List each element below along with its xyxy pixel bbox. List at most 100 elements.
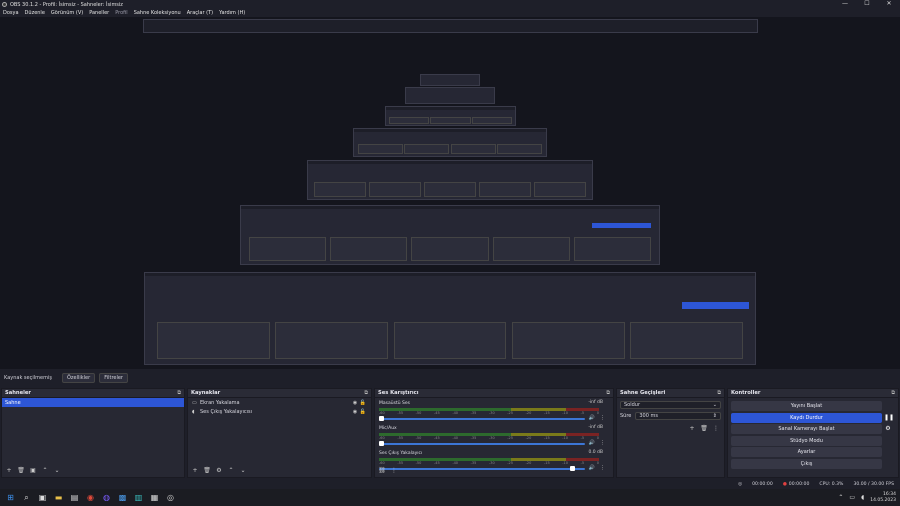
maximize-button[interactable]: ☐ xyxy=(856,0,878,9)
start-virtual-camera-button[interactable]: Sanal Kamerayı Başlat ⚙ xyxy=(731,424,891,434)
menu-item[interactable]: Paneller xyxy=(89,10,109,16)
tick-label: -25 xyxy=(507,461,514,465)
move-up-icon[interactable]: ⌃ xyxy=(227,467,235,474)
volume-slider[interactable] xyxy=(379,418,585,420)
task-view-icon[interactable]: ▣ xyxy=(37,492,48,503)
trash-icon[interactable]: 🗑 xyxy=(700,425,708,432)
speaker-icon[interactable]: 🔊 xyxy=(589,440,595,446)
app-icon[interactable]: ▩ xyxy=(117,492,128,503)
menu-item[interactable]: Profil xyxy=(115,10,127,16)
duration-label: Süre xyxy=(620,413,632,419)
tick-label: -10 xyxy=(562,411,568,415)
tick-label: -10 xyxy=(562,436,568,440)
nested-preview-7 xyxy=(420,74,480,86)
settings-button[interactable]: Ayarlar xyxy=(731,447,882,457)
tick-label: -5 xyxy=(580,461,585,465)
volume-knob[interactable] xyxy=(379,416,384,421)
transition-select[interactable]: Soldur ⌄ xyxy=(620,401,721,409)
add-icon[interactable]: + xyxy=(5,467,13,474)
menu-dots-icon[interactable]: ⋮ xyxy=(600,440,605,446)
network-icon[interactable]: ▭ xyxy=(849,494,855,501)
link-icon[interactable]: ⛓ xyxy=(378,467,386,474)
undock-icon[interactable]: ⧉ xyxy=(717,390,721,396)
volume-slider[interactable] xyxy=(379,443,585,445)
trash-icon[interactable]: 🗑 xyxy=(17,467,25,474)
tick-label: -5 xyxy=(580,411,585,415)
menu-item[interactable]: Görünüm (V) xyxy=(51,10,83,16)
speaker-icon[interactable]: 🔊 xyxy=(589,415,595,421)
window-title: OBS 30.1.2 - Profil: İsimsiz - Sahneler:… xyxy=(10,1,123,8)
add-icon[interactable]: + xyxy=(191,467,199,474)
source-item[interactable]: ▭ Ekran Yakalama ◉ 🔓 xyxy=(188,398,371,407)
filters-button[interactable]: Filtreler xyxy=(99,372,128,383)
obs-taskbar-icon[interactable]: ◎ xyxy=(165,492,176,503)
windows-start-icon[interactable]: ⊞ xyxy=(5,492,16,503)
tick-label: -50 xyxy=(415,461,422,465)
eye-icon[interactable]: ◉ xyxy=(351,409,359,415)
system-tray: ⌃ ▭ ◖ 16:34 14.05.2023 xyxy=(838,489,896,506)
studio-mode-button[interactable]: Stüdyo Modu xyxy=(731,435,882,446)
add-icon[interactable]: + xyxy=(688,425,696,432)
no-source-label: Kaynak seçilmemiş xyxy=(4,374,52,381)
taskbar: ⊞ ⌕ ▣ ▬ ▤ ◉ ◍ ▩ ▥ ▦ ◎ xyxy=(0,489,900,506)
menu-dots-icon[interactable]: ⋮ xyxy=(712,425,720,432)
meter-ticks: -60 -55 -50 -45 -40 -35 -30 -25 -20 -15 -10 -5 0 xyxy=(379,436,599,441)
undock-icon[interactable]: ⧉ xyxy=(177,390,181,396)
app-icon-3[interactable]: ▦ xyxy=(149,492,160,503)
discord-icon[interactable]: ◍ xyxy=(101,492,112,503)
move-up-icon[interactable]: ⌃ xyxy=(41,467,49,474)
eye-icon[interactable]: ◉ xyxy=(351,400,359,406)
app-icon-2[interactable]: ▥ xyxy=(133,492,144,503)
audio-mixer-dock: Ses Karıştırıcı ⧉ Masaüstü Ses -inf dB -60 -… xyxy=(374,388,614,478)
clock[interactable]: 16:34 14.05.2023 xyxy=(870,492,896,504)
close-button[interactable]: ✕ xyxy=(878,0,900,9)
undock-icon[interactable]: ⧉ xyxy=(891,390,895,396)
move-down-icon[interactable]: ⌄ xyxy=(53,467,61,474)
exit-button[interactable]: Çıkış xyxy=(731,458,882,469)
menu-dots-icon[interactable]: ⋮ xyxy=(600,415,605,421)
nested-preview-2 xyxy=(240,205,660,265)
menu-dots-icon[interactable]: ⋮ xyxy=(600,465,605,471)
lock-icon[interactable]: 🔓 xyxy=(359,400,367,406)
menu-item[interactable]: Araçlar (T) xyxy=(187,10,213,16)
lock-icon[interactable]: 🔓 xyxy=(359,409,367,415)
duration-input[interactable]: 300 ms ⇕ xyxy=(635,412,721,420)
channel-db: -inf dB xyxy=(588,400,603,405)
obs-window: OBS 30.1.2 - Profil: İsimsiz - Sahneler:… xyxy=(0,0,900,506)
volume-knob[interactable] xyxy=(379,441,384,446)
stop-recording-button[interactable]: Kaydı Durdur ❚❚ xyxy=(731,412,894,423)
volume-icon[interactable]: ◖ xyxy=(861,494,864,501)
menu-item[interactable]: Sahne Koleksiyonu xyxy=(134,10,181,16)
menu-item[interactable]: Yardım (H) xyxy=(219,10,245,16)
tick-label: -5 xyxy=(580,436,585,440)
gear-icon[interactable]: ⚙ xyxy=(884,425,892,433)
menu-dots-icon[interactable]: ⋮ xyxy=(390,467,398,474)
chrome-icon[interactable]: ◉ xyxy=(85,492,96,503)
pause-icon[interactable]: ❚❚ xyxy=(884,414,894,422)
start-streaming-button[interactable]: Yayını Başlat xyxy=(731,401,882,411)
undock-icon[interactable]: ⧉ xyxy=(364,390,368,396)
speaker-icon[interactable]: 🔊 xyxy=(589,465,595,471)
scene-item[interactable]: Sahne xyxy=(2,398,184,407)
chevron-up-icon[interactable]: ⌃ xyxy=(838,494,843,501)
menu-item[interactable]: Düzenle xyxy=(25,10,45,16)
menu-item[interactable]: Dosya xyxy=(3,10,19,16)
move-down-icon[interactable]: ⌄ xyxy=(239,467,247,474)
fps-readout: 30.00 / 30.00 FPS xyxy=(853,481,894,487)
properties-button[interactable]: Özellikler xyxy=(61,372,96,383)
volume-slider[interactable] xyxy=(379,468,585,470)
filter-icon[interactable]: ▣ xyxy=(29,467,37,474)
mixer-channel: Ses Çıkış Yakalayıcı 0.0 dB -60 -55 -50 -45 -4… xyxy=(379,450,609,475)
minimize-button[interactable]: — xyxy=(834,0,856,9)
store-icon[interactable]: ▤ xyxy=(69,492,80,503)
tick-label: -20 xyxy=(525,411,532,415)
gear-icon[interactable]: ⚙ xyxy=(215,467,223,474)
trash-icon[interactable]: 🗑 xyxy=(203,467,211,474)
source-item[interactable]: ◖ Ses Çıkış Yakalayıcısı ◉ 🔓 xyxy=(188,407,371,416)
undock-icon[interactable]: ⧉ xyxy=(606,390,610,396)
search-icon[interactable]: ⌕ xyxy=(21,492,32,503)
file-explorer-icon[interactable]: ▬ xyxy=(53,492,64,503)
volume-knob[interactable] xyxy=(570,466,575,471)
preview-canvas[interactable] xyxy=(0,17,900,369)
tick-label: -15 xyxy=(543,461,550,465)
